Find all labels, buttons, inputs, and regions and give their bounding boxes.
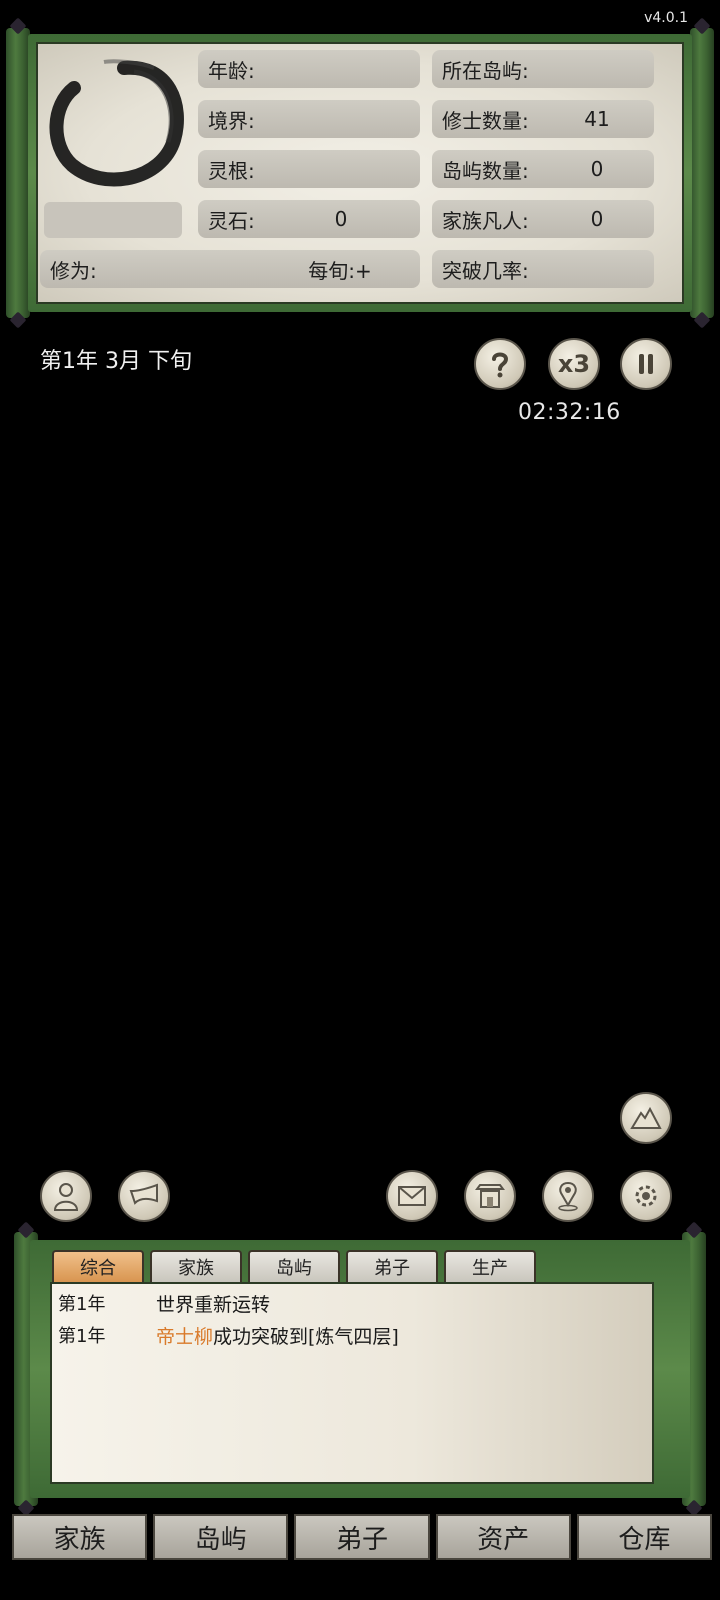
nav-disciple-button[interactable]: 弟子 <box>294 1514 430 1560</box>
tab-island[interactable]: 岛屿 <box>248 1250 340 1282</box>
nav-warehouse-button[interactable]: 仓库 <box>576 1514 713 1560</box>
play-timer: 02:32:16 <box>518 400 621 425</box>
breakthrough-field: 突破几率: <box>432 250 654 288</box>
game-date: 第1年 3月 下旬 <box>40 349 192 374</box>
horn-icon <box>129 1183 158 1205</box>
log-frame: 综合 家族 岛屿 弟子 生产 第1年 世界重新运转 第1年 帝士柳 成功突破到[… <box>30 1240 690 1498</box>
stones-label: 灵石: <box>208 208 255 233</box>
root-label: 灵根: <box>208 158 255 183</box>
island-field: 所在岛屿: <box>432 50 654 88</box>
gear-icon <box>635 1185 657 1207</box>
per-period-label: 每旬:+ <box>308 258 372 283</box>
log-entry: 第1年 帝士柳 成功突破到[炼气四层] <box>58 1322 399 1349</box>
realm-label: 境界: <box>208 108 255 133</box>
log-entry-name[interactable]: 帝士柳 <box>156 1322 213 1349</box>
scroll-rod-left <box>6 17 30 329</box>
scroll-rod-right <box>690 17 714 329</box>
map-pin-icon <box>558 1181 578 1212</box>
mail-button[interactable] <box>386 1170 438 1222</box>
horn-button[interactable] <box>118 1170 170 1222</box>
bottom-nav: 家族 岛屿 弟子 资产 仓库 <box>12 1514 713 1594</box>
question-icon <box>492 352 509 378</box>
settings-button[interactable] <box>620 1170 672 1222</box>
cultivators-label: 修士数量: <box>442 108 529 133</box>
tab-production[interactable]: 生产 <box>444 1250 536 1282</box>
nav-assets-button[interactable]: 资产 <box>435 1514 571 1560</box>
age-field: 年龄: <box>198 50 420 88</box>
cultivators-value: 41 <box>584 107 610 131</box>
cultivation-field: 修为: 每旬:+ <box>40 250 420 288</box>
character-icon <box>53 1183 79 1211</box>
log-scroll: 综合 家族 岛屿 弟子 生产 第1年 世界重新运转 第1年 帝士柳 成功突破到[… <box>14 1221 706 1517</box>
log-tabs: 综合 家族 岛屿 弟子 生产 <box>52 1250 536 1282</box>
age-label: 年龄: <box>208 58 255 83</box>
tab-disciple[interactable]: 弟子 <box>346 1250 438 1282</box>
log-entry-year: 第1年 <box>58 1294 106 1315</box>
stats-frame: 年龄: 所在岛屿: 境界: 修士数量: 41 灵根: 岛屿数量: 0 灵石: 0 <box>28 34 692 312</box>
island-count-label: 岛屿数量: <box>442 158 529 183</box>
mortals-label: 家族凡人: <box>442 208 529 233</box>
mail-icon <box>398 1186 426 1206</box>
cultivation-label: 修为: <box>50 258 97 283</box>
tab-general[interactable]: 综合 <box>52 1250 144 1282</box>
help-button[interactable] <box>474 338 526 390</box>
log-entry-text: 成功突破到[炼气四层] <box>213 1326 399 1348</box>
shrine-button[interactable] <box>464 1170 516 1222</box>
mortals-value: 0 <box>590 207 604 231</box>
mortals-field: 家族凡人: 0 <box>432 200 654 238</box>
log-list: 第1年 世界重新运转 第1年 帝士柳 成功突破到[炼气四层] <box>50 1282 654 1484</box>
stats-scroll: 年龄: 所在岛屿: 境界: 修士数量: 41 灵根: 岛屿数量: 0 灵石: 0 <box>6 17 714 329</box>
mountain-button[interactable] <box>620 1092 672 1144</box>
pause-icon <box>639 354 653 374</box>
island-count-value: 0 <box>590 157 604 181</box>
ensō-portrait-icon <box>49 59 184 187</box>
cultivators-field: 修士数量: 41 <box>432 100 654 138</box>
version-label: v4.0.1 <box>644 10 688 26</box>
realm-field: 境界: <box>198 100 420 138</box>
root-field: 灵根: <box>198 150 420 188</box>
stats-paper: 年龄: 所在岛屿: 境界: 修士数量: 41 灵根: 岛屿数量: 0 灵石: 0 <box>36 42 684 304</box>
speed-button[interactable]: x3 <box>548 338 600 390</box>
speed-x3-icon: x3 <box>557 350 591 378</box>
pause-button[interactable] <box>620 338 672 390</box>
character-button[interactable] <box>40 1170 92 1222</box>
log-entry: 第1年 世界重新运转 <box>58 1290 270 1317</box>
tab-family[interactable]: 家族 <box>150 1250 242 1282</box>
nav-family-button[interactable]: 家族 <box>12 1514 148 1560</box>
map-button[interactable] <box>542 1170 594 1222</box>
stones-value: 0 <box>334 207 348 231</box>
mountain-icon <box>630 1106 662 1129</box>
shrine-icon <box>475 1184 505 1208</box>
character-name-bar[interactable] <box>44 202 182 238</box>
log-entry-text: 世界重新运转 <box>156 1294 271 1316</box>
island-label: 所在岛屿: <box>442 58 529 83</box>
island-count-field: 岛屿数量: 0 <box>432 150 654 188</box>
log-entry-year: 第1年 <box>58 1326 106 1347</box>
breakthrough-label: 突破几率: <box>442 258 529 283</box>
stones-field: 灵石: 0 <box>198 200 420 238</box>
nav-island-button[interactable]: 岛屿 <box>153 1514 289 1560</box>
